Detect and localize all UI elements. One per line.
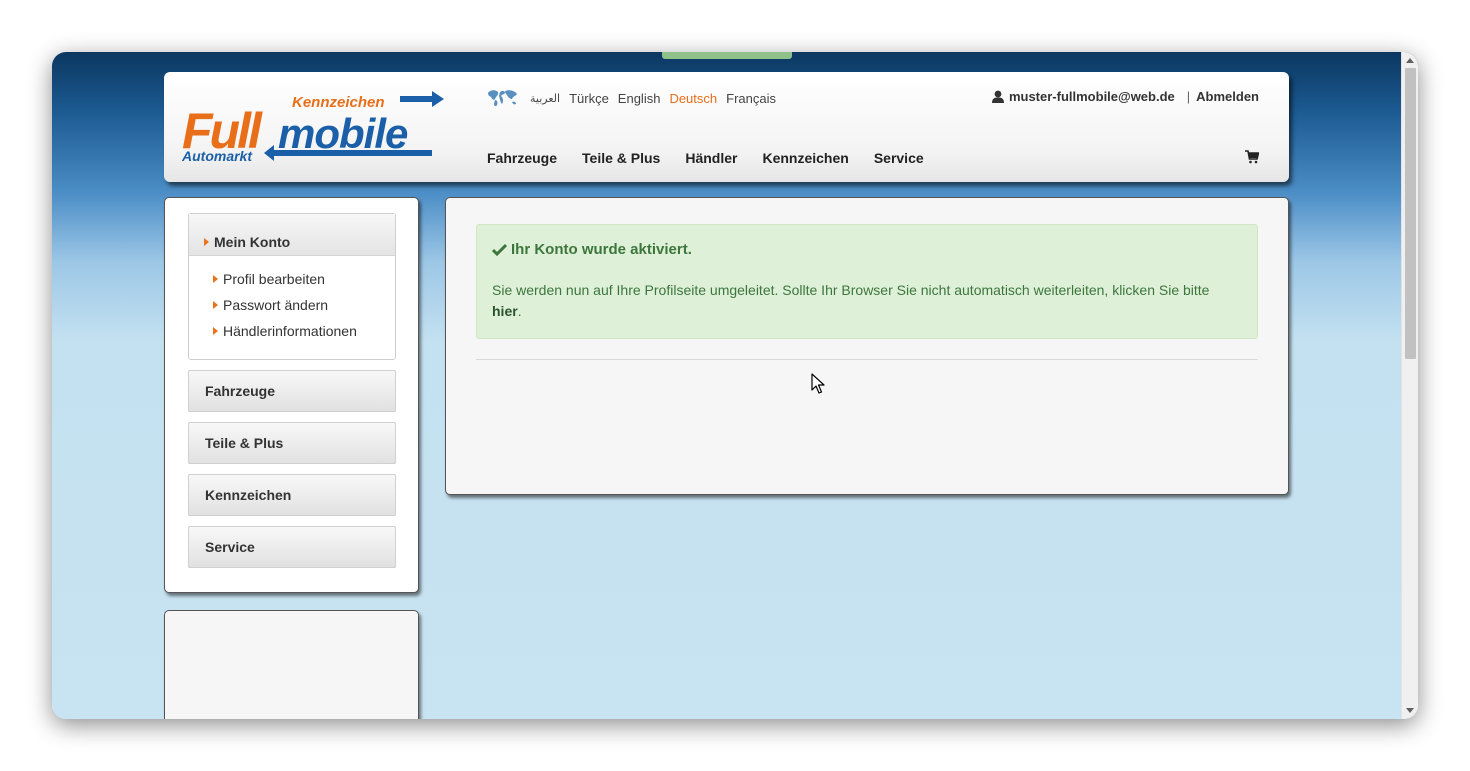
browser-window: Kennzeichen Full mobile Automarkt العربي… xyxy=(52,52,1418,719)
cart-icon[interactable] xyxy=(1245,150,1259,164)
sidebar-panel: Mein Konto Profil bearbeiten Passwort än… xyxy=(164,197,419,593)
alert-title-text: Ihr Konto wurde aktiviert. xyxy=(511,241,692,258)
scroll-up-icon[interactable] xyxy=(1406,58,1414,63)
alert-message: Sie werden nun auf Ihre Profilseite umge… xyxy=(492,282,1210,298)
user-email-link[interactable]: muster-fullmobile@web.de xyxy=(1009,89,1175,104)
sidebar-item-fahrzeuge[interactable]: Fahrzeuge xyxy=(188,370,396,412)
nav-haendler[interactable]: Händler xyxy=(685,150,737,166)
nav-fahrzeuge[interactable]: Fahrzeuge xyxy=(487,150,557,166)
checkmark-icon xyxy=(492,243,507,256)
caret-right-icon xyxy=(213,301,218,309)
sidebar-item-teile-plus[interactable]: Teile & Plus xyxy=(188,422,396,464)
account-item-password[interactable]: Passwort ändern xyxy=(189,292,395,318)
lang-german[interactable]: Deutsch xyxy=(669,91,717,106)
alert-body: Sie werden nun auf Ihre Profilseite umge… xyxy=(492,280,1242,322)
lang-turkish[interactable]: Türkçe xyxy=(569,91,609,106)
lang-arabic[interactable]: العربية xyxy=(530,92,560,105)
account-item-profile[interactable]: Profil bearbeiten xyxy=(189,266,395,292)
mouse-cursor-icon xyxy=(811,373,825,394)
world-map-icon xyxy=(488,90,517,107)
account-item-label: Profil bearbeiten xyxy=(223,271,325,287)
separator: | xyxy=(1186,89,1191,104)
caret-right-icon xyxy=(213,275,218,283)
redirect-link[interactable]: hier xyxy=(492,303,518,319)
user-icon xyxy=(991,90,1004,103)
alert-period: . xyxy=(517,303,522,319)
account-menu-title: Mein Konto xyxy=(214,234,291,250)
site-header: Kennzeichen Full mobile Automarkt العربي… xyxy=(164,72,1289,182)
main-nav: Fahrzeuge Teile & Plus Händler Kennzeich… xyxy=(487,150,949,166)
account-menu: Mein Konto Profil bearbeiten Passwort än… xyxy=(188,213,396,360)
success-alert: Ihr Konto wurde aktiviert. Sie werden nu… xyxy=(476,224,1258,339)
scroll-down-icon[interactable] xyxy=(1406,708,1414,713)
lang-french[interactable]: Français xyxy=(726,91,776,106)
account-item-label: Händlerinformationen xyxy=(223,323,357,339)
main-content: Ihr Konto wurde aktiviert. Sie werden nu… xyxy=(445,197,1289,495)
nav-teile-plus[interactable]: Teile & Plus xyxy=(582,150,660,166)
svg-text:mobile: mobile xyxy=(278,110,408,157)
fullmobile-logo[interactable]: Kennzeichen Full mobile Automarkt xyxy=(182,90,444,166)
logout-link[interactable]: Abmelden xyxy=(1196,89,1259,104)
account-item-dealer-info[interactable]: Händlerinformationen xyxy=(189,318,395,344)
sidebar-secondary-panel xyxy=(164,610,419,719)
top-drawer-tab[interactable] xyxy=(662,52,792,59)
caret-right-icon xyxy=(213,327,218,335)
caret-right-icon xyxy=(204,238,209,246)
svg-text:Kennzeichen: Kennzeichen xyxy=(292,94,385,111)
sidebar-item-service[interactable]: Service xyxy=(188,526,396,568)
vertical-scrollbar[interactable] xyxy=(1401,52,1418,719)
user-area: muster-fullmobile@web.de | Abmelden xyxy=(991,89,1259,104)
language-bar: العربية Türkçe English Deutsch Français xyxy=(486,88,785,108)
divider xyxy=(476,359,1258,360)
alert-title: Ihr Konto wurde aktiviert. xyxy=(492,241,1242,258)
lang-english[interactable]: English xyxy=(618,91,661,106)
account-item-label: Passwort ändern xyxy=(223,297,329,313)
scroll-thumb[interactable] xyxy=(1405,68,1416,359)
nav-service[interactable]: Service xyxy=(874,150,924,166)
sidebar-item-kennzeichen[interactable]: Kennzeichen xyxy=(188,474,396,516)
svg-text:Automarkt: Automarkt xyxy=(182,148,253,164)
account-menu-header[interactable]: Mein Konto xyxy=(189,214,395,256)
nav-kennzeichen[interactable]: Kennzeichen xyxy=(762,150,848,166)
